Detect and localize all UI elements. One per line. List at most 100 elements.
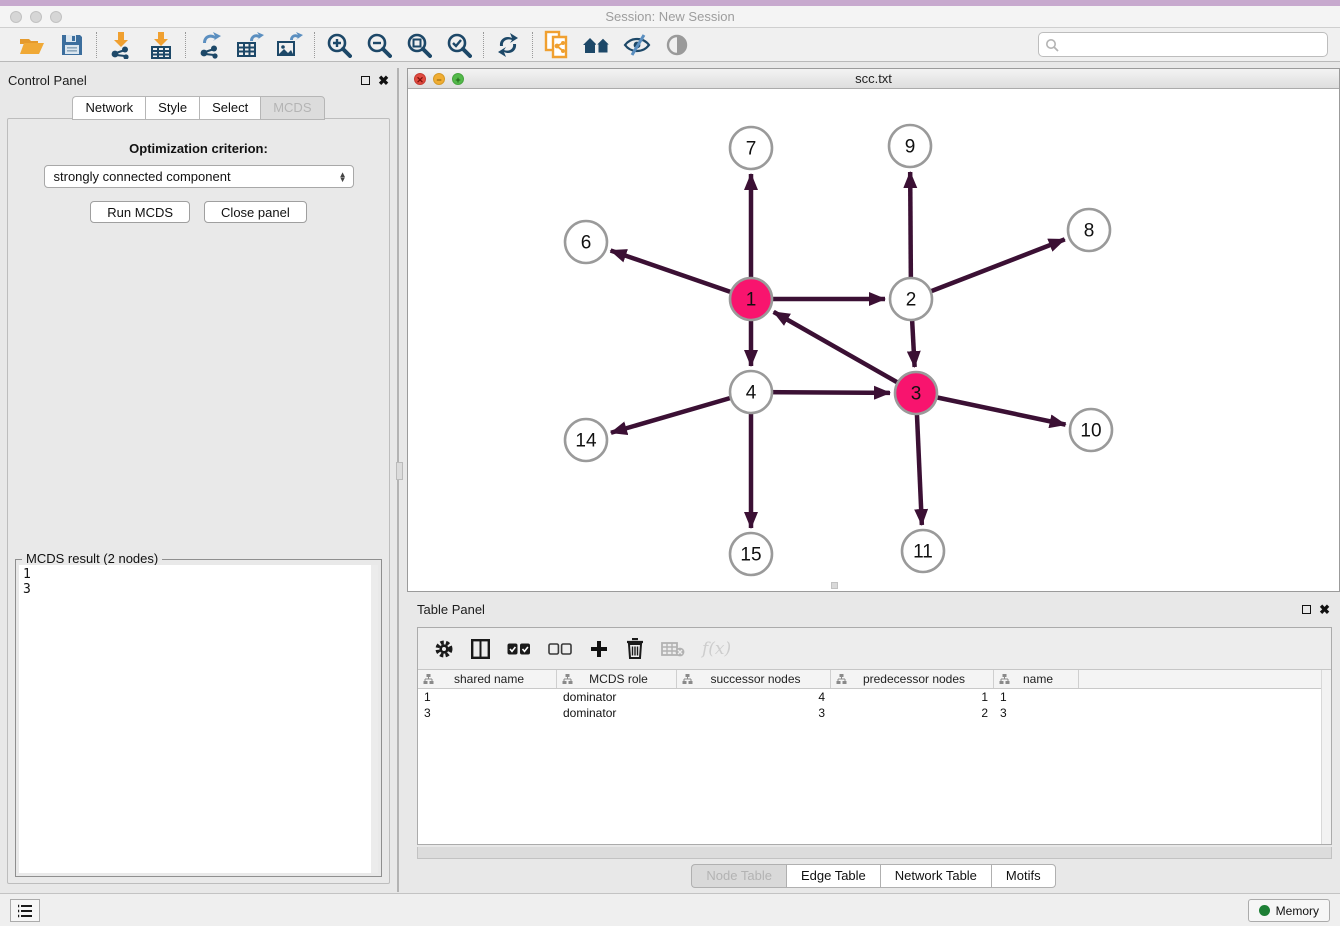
- float-table-panel-icon[interactable]: [1302, 605, 1311, 614]
- home-layout-icon[interactable]: [582, 31, 612, 59]
- cell-successor-nodes[interactable]: 4: [677, 689, 831, 705]
- show-panel-eye-icon[interactable]: [662, 31, 692, 59]
- column-header-MCDS-role[interactable]: MCDS role: [557, 670, 677, 688]
- criterion-dropdown[interactable]: strongly connected component ▲▼: [44, 165, 354, 188]
- cell-name[interactable]: 1: [994, 689, 1079, 705]
- result-scrollbar[interactable]: [371, 565, 378, 873]
- table-row[interactable]: 1dominator411: [418, 689, 1321, 705]
- node-label-2: 2: [906, 290, 917, 311]
- column-tree-icon: [682, 674, 693, 685]
- node-label-1: 1: [746, 290, 757, 311]
- zoom-fit-icon[interactable]: [404, 31, 434, 59]
- criterion-value: strongly connected component: [54, 169, 231, 184]
- edge-2-8[interactable]: [911, 239, 1065, 299]
- network-graph[interactable]: 7968124314101511: [408, 89, 1339, 591]
- column-header-predecessor-nodes[interactable]: predecessor nodes: [831, 670, 994, 688]
- close-panel-button[interactable]: Close panel: [204, 201, 307, 223]
- table-hscroll-strip[interactable]: [417, 847, 1332, 859]
- zoom-in-icon[interactable]: [324, 31, 354, 59]
- mcds-result-textarea[interactable]: 1 3: [19, 565, 378, 873]
- cell-predecessor-nodes[interactable]: 2: [831, 705, 994, 721]
- network-window-titlebar[interactable]: ✕ − + scc.txt: [408, 69, 1339, 89]
- column-header-successor-nodes[interactable]: successor nodes: [677, 670, 831, 688]
- network-minimize-icon[interactable]: −: [433, 73, 445, 85]
- table-scrollbar[interactable]: [1321, 670, 1331, 844]
- network-window-title: scc.txt: [408, 69, 1339, 89]
- cell-predecessor-nodes[interactable]: 1: [831, 689, 994, 705]
- memory-status-icon: [1259, 905, 1270, 916]
- cell-MCDS-role[interactable]: dominator: [557, 705, 677, 721]
- export-table-icon[interactable]: [235, 31, 265, 59]
- panel-divider[interactable]: [397, 68, 399, 892]
- split-columns-icon[interactable]: [471, 639, 490, 659]
- dropdown-arrows-icon: ▲▼: [339, 172, 347, 182]
- save-session-icon[interactable]: [57, 31, 87, 59]
- refresh-layout-icon[interactable]: [493, 31, 523, 59]
- tab-style[interactable]: Style: [145, 96, 199, 120]
- open-session-icon[interactable]: [17, 31, 47, 59]
- column-header-shared-name[interactable]: shared name: [418, 670, 557, 688]
- network-close-icon[interactable]: ✕: [414, 73, 426, 85]
- export-image-icon[interactable]: [275, 31, 305, 59]
- export-network-icon[interactable]: [195, 31, 225, 59]
- tab-select[interactable]: Select: [199, 96, 260, 120]
- node-table-box: f(x) shared nameMCDS rolesuccessor nodes…: [417, 627, 1332, 845]
- cell-shared-name[interactable]: 3: [418, 705, 557, 721]
- status-bar: Memory: [0, 893, 1340, 926]
- network-resize-grip[interactable]: [831, 582, 838, 589]
- memory-label: Memory: [1276, 904, 1319, 918]
- edge-3-1[interactable]: [774, 312, 916, 393]
- node-label-14: 14: [575, 431, 597, 452]
- tab-network[interactable]: Network: [72, 96, 145, 120]
- select-all-columns-icon[interactable]: [507, 643, 531, 655]
- session-title: Session: New Session: [0, 9, 1340, 24]
- memory-button[interactable]: Memory: [1248, 899, 1330, 922]
- cell-shared-name[interactable]: 1: [418, 689, 557, 705]
- add-row-icon[interactable]: [589, 639, 609, 659]
- node-label-10: 10: [1080, 421, 1101, 442]
- cell-successor-nodes[interactable]: 3: [677, 705, 831, 721]
- node-label-4: 4: [746, 383, 757, 404]
- clear-columns-icon[interactable]: [548, 643, 572, 655]
- table-row[interactable]: 3dominator323: [418, 705, 1321, 721]
- zoom-out-icon[interactable]: [364, 31, 394, 59]
- import-network-icon[interactable]: [106, 31, 136, 59]
- main-toolbar: [0, 28, 1340, 62]
- cell-name[interactable]: 3: [994, 705, 1079, 721]
- hide-panel-eye-icon[interactable]: [622, 31, 652, 59]
- clone-network-icon[interactable]: [542, 31, 572, 59]
- control-panel: Control Panel ✖ NetworkStyleSelectMCDS O…: [0, 68, 397, 892]
- run-mcds-button[interactable]: Run MCDS: [90, 201, 190, 223]
- cell-MCDS-role[interactable]: dominator: [557, 689, 677, 705]
- table-settings-gear-icon[interactable]: [434, 639, 454, 659]
- table-tabs: Node TableEdge TableNetwork TableMotifs: [407, 864, 1340, 888]
- panel-divider-handle[interactable]: [396, 462, 403, 480]
- delete-row-trash-icon[interactable]: [626, 638, 644, 659]
- network-canvas[interactable]: 7968124314101511: [408, 89, 1339, 591]
- node-table[interactable]: shared nameMCDS rolesuccessor nodesprede…: [418, 670, 1321, 721]
- delete-table-icon: [661, 641, 685, 657]
- mcds-result-title: MCDS result (2 nodes): [22, 551, 162, 566]
- zoom-selected-icon[interactable]: [444, 31, 474, 59]
- table-body: 1dominator4113dominator323: [418, 689, 1321, 721]
- tab-edge-table[interactable]: Edge Table: [786, 864, 880, 888]
- node-label-6: 6: [581, 233, 592, 254]
- import-table-icon[interactable]: [146, 31, 176, 59]
- close-panel-icon[interactable]: ✖: [378, 76, 389, 85]
- tab-network-table[interactable]: Network Table: [880, 864, 991, 888]
- control-panel-tabs: NetworkStyleSelectMCDS: [0, 96, 397, 120]
- tab-motifs[interactable]: Motifs: [991, 864, 1056, 888]
- column-tree-icon: [999, 674, 1010, 685]
- column-tree-icon: [836, 674, 847, 685]
- task-history-button[interactable]: [10, 899, 40, 922]
- node-label-3: 3: [911, 384, 922, 405]
- table-panel: Table Panel ✖: [407, 598, 1340, 890]
- column-header-name[interactable]: name: [994, 670, 1079, 688]
- close-table-panel-icon[interactable]: ✖: [1319, 605, 1330, 614]
- toolbar-search-input[interactable]: [1038, 32, 1328, 57]
- tab-mcds[interactable]: MCDS: [260, 96, 324, 120]
- network-maximize-icon[interactable]: +: [452, 73, 464, 85]
- edge-3-10[interactable]: [916, 393, 1066, 425]
- float-panel-icon[interactable]: [361, 76, 370, 85]
- tab-node-table[interactable]: Node Table: [691, 864, 786, 888]
